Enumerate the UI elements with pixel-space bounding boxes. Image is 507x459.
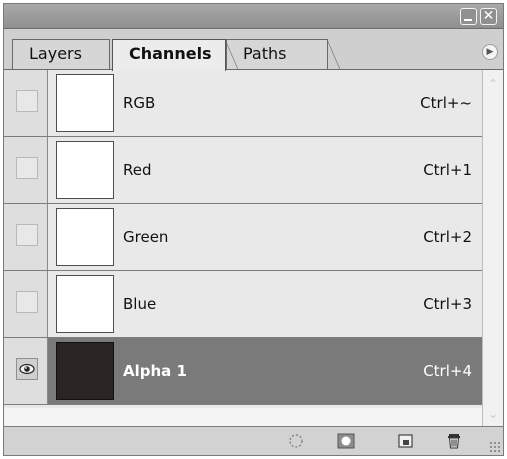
channel-shortcut: Ctrl+3 — [423, 295, 472, 313]
tab-paths[interactable]: Paths — [226, 39, 340, 70]
visibility-toggle[interactable] — [4, 204, 48, 270]
save-selection-as-channel-icon[interactable] — [337, 432, 355, 450]
visibility-box — [16, 291, 38, 313]
scroll-down-icon[interactable]: ⌄ — [485, 406, 501, 422]
channel-name: RGB — [123, 94, 156, 112]
channel-row-rgb[interactable]: RGB Ctrl+~ — [4, 70, 482, 137]
tab-label: Channels — [129, 44, 212, 63]
tab-edge — [327, 40, 340, 70]
delete-channel-icon[interactable] — [445, 432, 463, 450]
channel-thumbnail — [56, 208, 114, 266]
load-selection-icon[interactable] — [287, 432, 305, 450]
panel-title-bar[interactable]: ✕ — [4, 4, 503, 29]
channel-thumbnail — [56, 342, 114, 400]
eye-icon — [19, 363, 35, 375]
channel-thumbnail — [56, 74, 114, 132]
channel-name: Alpha 1 — [123, 362, 187, 380]
tab-label: Layers — [29, 44, 82, 63]
vertical-scrollbar[interactable]: ⌃ ⌄ — [482, 70, 503, 426]
channel-row-green[interactable]: Green Ctrl+2 — [4, 204, 482, 271]
channel-shortcut: Ctrl+2 — [423, 228, 472, 246]
visibility-box — [16, 157, 38, 179]
tab-layers[interactable]: Layers — [12, 39, 110, 69]
scroll-up-icon[interactable]: ⌃ — [485, 76, 501, 92]
visibility-toggle[interactable] — [4, 137, 48, 203]
channel-row-red[interactable]: Red Ctrl+1 — [4, 137, 482, 204]
new-channel-icon[interactable] — [397, 432, 415, 450]
channel-thumbnail — [56, 275, 114, 333]
close-button[interactable]: ✕ — [480, 8, 497, 25]
tab-edge — [225, 40, 238, 70]
visibility-toggle[interactable] — [4, 271, 48, 337]
visibility-box — [16, 90, 38, 112]
channel-row-blue[interactable]: Blue Ctrl+3 — [4, 271, 482, 338]
channel-shortcut: Ctrl+4 — [423, 362, 472, 380]
list-empty-area — [4, 408, 482, 426]
panel-menu-button[interactable]: ▶ — [482, 44, 498, 60]
resize-grip-icon[interactable] — [489, 441, 501, 453]
visibility-toggle[interactable] — [4, 338, 48, 404]
channel-row-alpha-1[interactable]: Alpha 1 Ctrl+4 — [4, 338, 482, 405]
channel-shortcut: Ctrl+1 — [423, 161, 472, 179]
minimize-button[interactable] — [460, 8, 477, 25]
channel-thumbnail — [56, 141, 114, 199]
channel-name: Green — [123, 228, 169, 246]
channel-name: Blue — [123, 295, 157, 313]
panel-bottom-toolbar — [4, 426, 503, 455]
channel-name: Red — [123, 161, 152, 179]
panel-tab-strip: Layers Channels Paths ▶ — [4, 29, 503, 71]
tab-label: Paths — [243, 44, 287, 63]
tab-channels[interactable]: Channels — [112, 39, 238, 71]
visibility-box — [16, 224, 38, 246]
channel-list: RGB Ctrl+~ Red Ctrl+1 Green Ctrl+2 Blue … — [4, 70, 482, 408]
triangle-right-icon: ▶ — [486, 47, 494, 57]
channel-shortcut: Ctrl+~ — [420, 94, 472, 112]
visibility-toggle[interactable] — [4, 70, 48, 136]
channels-panel: ✕ Layers Channels Paths ▶ RGB Ctrl+~ Red — [3, 3, 504, 456]
visibility-box — [16, 358, 38, 380]
